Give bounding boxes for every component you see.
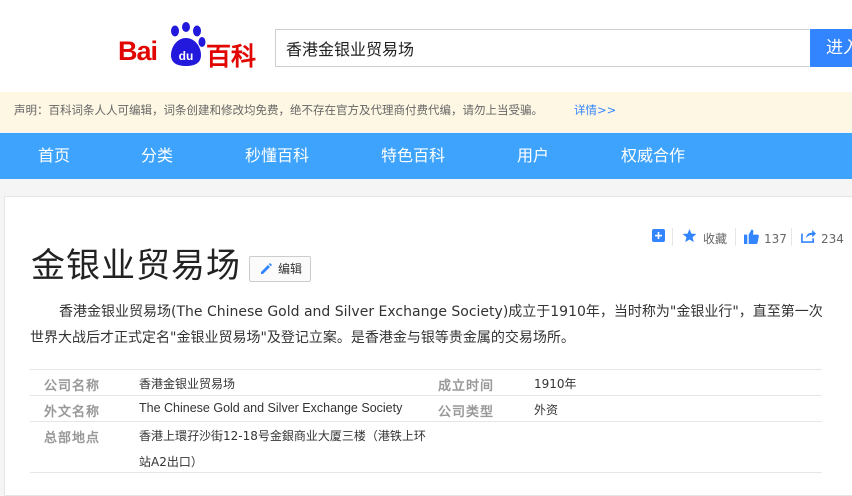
article-summary: 香港金银业贸易场(The Chinese Gold and Silver Exc… <box>30 304 823 346</box>
info-label-company-name: 公司名称 <box>44 379 101 394</box>
baidu-baike-logo[interactable]: Bai du 百科 <box>118 22 258 72</box>
nav-item-users[interactable]: 用户 <box>517 133 549 179</box>
enter-button[interactable]: 进入 <box>810 29 852 67</box>
info-divider <box>30 369 822 370</box>
info-value-foreign-name: The Chinese Gold and Silver Exchange Soc… <box>139 401 403 415</box>
tool-divider <box>791 228 792 246</box>
tool-divider <box>735 228 736 246</box>
like-count: 137 <box>764 232 787 246</box>
disclaimer-banner: 声明：百科词条人人可编辑，词条创建和修改均免费，绝不存在官方及代理商付费代编，请… <box>0 92 852 132</box>
add-icon[interactable] <box>652 229 665 242</box>
logo-bai-text: Bai <box>118 36 158 66</box>
pencil-icon <box>261 263 272 274</box>
star-icon[interactable] <box>682 229 697 243</box>
nav-item-miaodong[interactable]: 秒懂百科 <box>245 133 309 179</box>
search-input[interactable] <box>275 29 809 67</box>
nav-item-home[interactable]: 首页 <box>38 133 70 179</box>
info-divider <box>30 421 822 422</box>
info-value-company-name: 香港金银业贸易场 <box>139 377 236 391</box>
baidu-paw-icon: du <box>171 22 206 66</box>
edit-button[interactable]: 编辑 <box>249 256 311 282</box>
disclaimer-text: 声明：百科词条人人可编辑，词条创建和修改均免费，绝不存在官方及代理商付费代编，请… <box>14 103 543 117</box>
info-divider <box>30 472 822 473</box>
info-value-headquarters-line2: 站A2出口） <box>139 455 203 469</box>
logo-du-text: du <box>179 49 194 63</box>
info-value-headquarters-line1: 香港上環孖沙街12-18号金銀商业大厦三楼（港铁上环 <box>139 429 426 443</box>
info-divider <box>30 395 822 396</box>
header: Bai du 百科 进入 <box>0 0 852 92</box>
share-icon[interactable] <box>801 229 816 243</box>
share-count: 234 <box>821 232 844 246</box>
thumbs-up-icon[interactable] <box>744 229 759 244</box>
nav-item-authority[interactable]: 权威合作 <box>621 133 685 179</box>
edit-button-label: 编辑 <box>278 262 303 276</box>
main-nav: 首页 分类 秒懂百科 特色百科 用户 权威合作 <box>0 133 852 179</box>
info-label-headquarters: 总部地点 <box>44 431 101 446</box>
page-title: 金银业贸易场 <box>31 246 241 286</box>
info-label-company-type: 公司类型 <box>438 405 495 420</box>
nav-item-categories[interactable]: 分类 <box>141 133 173 179</box>
info-value-founded: 1910年 <box>534 377 577 391</box>
info-label-foreign-name: 外文名称 <box>44 405 101 420</box>
disclaimer-details-link[interactable]: 详情>> <box>574 92 616 128</box>
info-value-company-type: 外资 <box>534 403 559 417</box>
info-label-founded: 成立时间 <box>438 379 495 394</box>
nav-item-featured[interactable]: 特色百科 <box>381 133 445 179</box>
tool-divider <box>672 228 673 246</box>
logo-baike-text: 百科 <box>206 42 257 71</box>
collect-label[interactable]: 收藏 <box>703 232 727 246</box>
